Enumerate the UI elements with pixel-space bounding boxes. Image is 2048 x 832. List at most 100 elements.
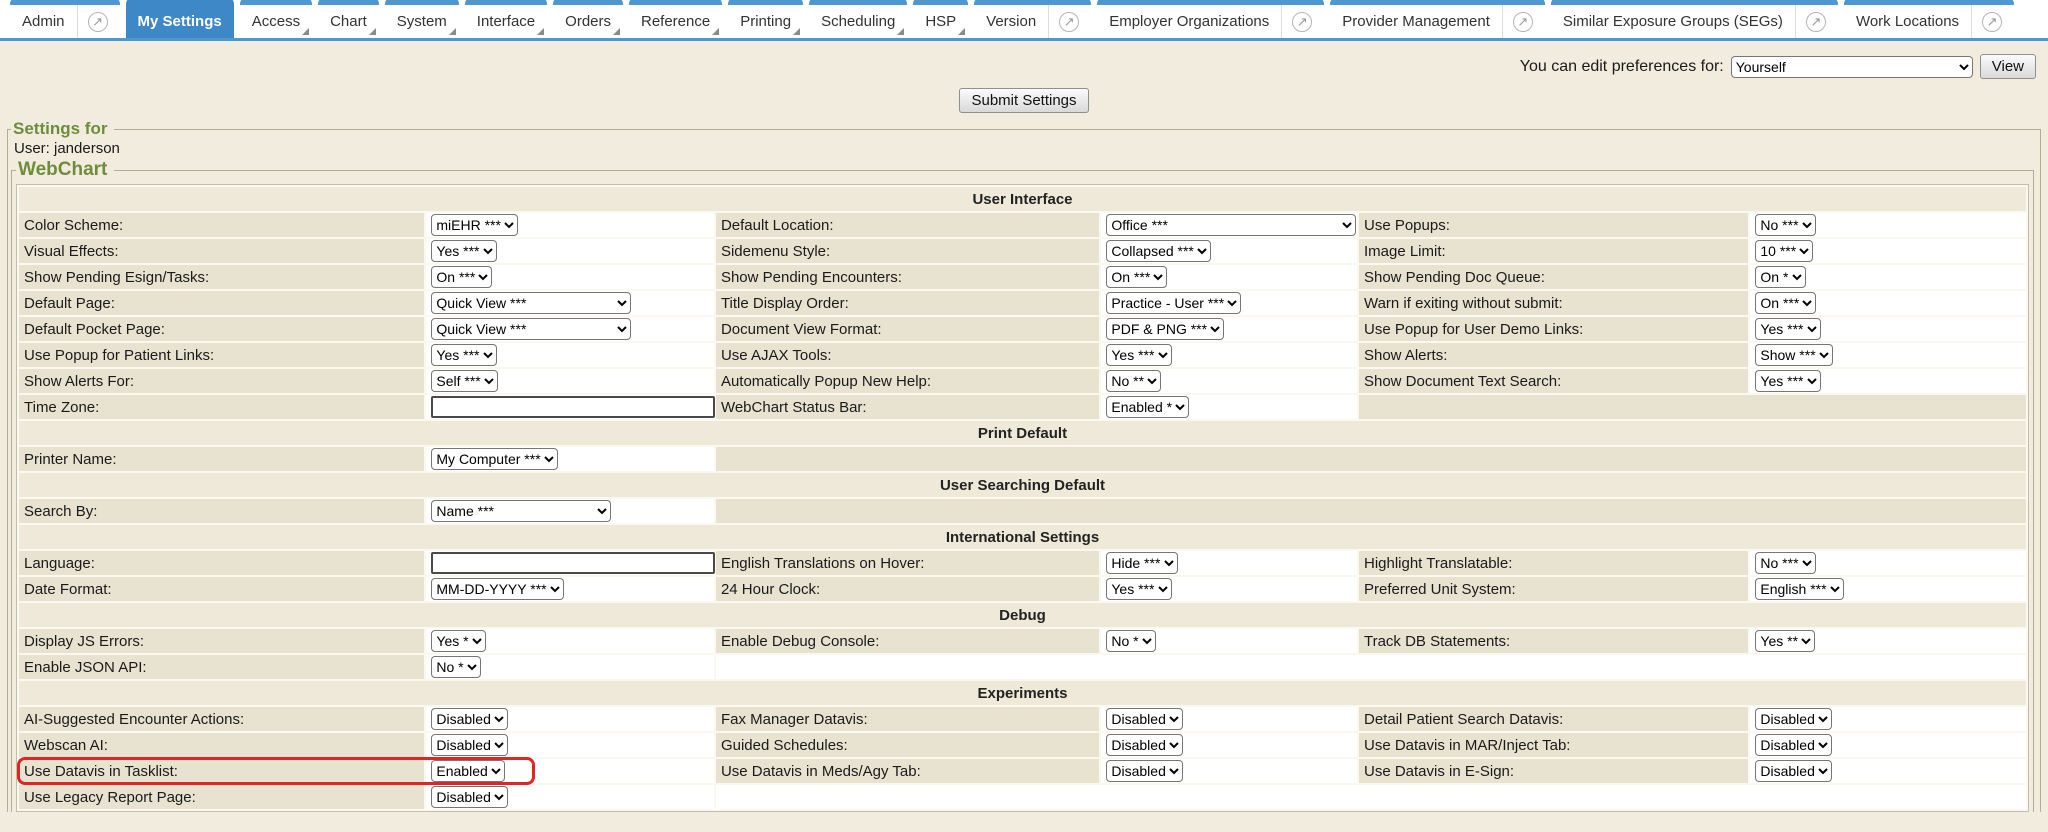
setting-label-24-hour-clock: 24 Hour Clock: (716, 577, 1099, 601)
tab-label: Provider Management (1342, 13, 1490, 30)
setting-select-use-legacy-report-page[interactable]: Disabled (431, 786, 508, 808)
tab-interface[interactable]: Interface (465, 0, 547, 38)
setting-select-show-alerts-for[interactable]: Self *** (431, 370, 498, 392)
setting-label-language: Language: (19, 551, 424, 575)
tab-hsp[interactable]: HSP (913, 0, 968, 38)
tab-admin[interactable]: Admin↗ (10, 0, 120, 38)
external-link-icon[interactable]: ↗ (88, 12, 108, 32)
submit-settings-button[interactable]: Submit Settings (959, 88, 1088, 113)
tab-my-settings[interactable]: My Settings (126, 0, 234, 38)
tab-similar-exposure-groups-segs[interactable]: Similar Exposure Groups (SEGs) ↗ (1551, 0, 1838, 38)
tab-chart[interactable]: Chart (318, 0, 379, 38)
tab-label: Reference (641, 13, 710, 30)
setting-select-track-db-statements[interactable]: Yes ** (1755, 630, 1815, 652)
setting-select-search-by[interactable]: Name *** (431, 500, 611, 522)
setting-select-highlight-translatable[interactable]: No *** (1755, 552, 1816, 574)
setting-select-use-datavis-in-tasklist[interactable]: Enabled (431, 760, 505, 782)
setting-select-english-translations-on-hover[interactable]: Hide *** (1106, 552, 1178, 574)
setting-select-title-display-order[interactable]: Practice - User *** (1106, 292, 1241, 314)
setting-label-show-alerts: Show Alerts: (1359, 343, 1748, 367)
tab-divider (1048, 5, 1049, 38)
tab-label: Employer Organizations (1109, 13, 1269, 30)
setting-select-default-location[interactable]: Office *** (1106, 214, 1356, 236)
submit-settings-row: Submit Settings (0, 88, 2048, 113)
setting-label-use-popups: Use Popups: (1359, 213, 1748, 237)
setting-select-use-ajax-tools[interactable]: Yes *** (1106, 344, 1172, 366)
setting-select-24-hour-clock[interactable]: Yes *** (1106, 578, 1172, 600)
setting-input-language[interactable] (431, 552, 715, 574)
table-row: Time Zone:WebChart Status Bar:Enabled * (19, 395, 2026, 419)
setting-select-default-page[interactable]: Quick View *** (431, 292, 631, 314)
setting-select-use-datavis-in-e-sign[interactable]: Disabled (1755, 760, 1832, 782)
setting-select-image-limit[interactable]: 10 *** (1755, 240, 1813, 262)
setting-label-use-datavis-in-mar-inject-tab: Use Datavis in MAR/Inject Tab: (1359, 733, 1748, 757)
settings-for-legend: Settings for (11, 119, 114, 139)
setting-select-visual-effects[interactable]: Yes *** (431, 240, 497, 262)
setting-select-sidemenu-style[interactable]: Collapsed *** (1106, 240, 1211, 262)
setting-select-use-datavis-in-mar-inject-tab[interactable]: Disabled (1755, 734, 1832, 756)
tab-system[interactable]: System (385, 0, 459, 38)
external-link-icon[interactable]: ↗ (1982, 12, 2002, 32)
tab-provider-management[interactable]: Provider Management ↗ (1330, 0, 1545, 38)
setting-select-document-view-format[interactable]: PDF & PNG *** (1106, 318, 1224, 340)
setting-label-show-document-text-search: Show Document Text Search: (1359, 369, 1748, 393)
tab-work-locations[interactable]: Work Locations↗ (1844, 0, 2014, 38)
tab-version[interactable]: Version ↗ (974, 0, 1091, 38)
setting-label-show-pending-doc-queue: Show Pending Doc Queue: (1359, 265, 1748, 289)
section-header-experiments: Experiments (19, 681, 2026, 705)
setting-select-preferred-unit-system[interactable]: English *** (1755, 578, 1844, 600)
setting-input-time-zone[interactable] (431, 396, 715, 418)
setting-select-date-format[interactable]: MM-DD-YYYY *** (431, 578, 564, 600)
setting-select-fax-manager-datavis[interactable]: Disabled (1106, 708, 1183, 730)
setting-select-detail-patient-search-datavis[interactable]: Disabled (1755, 708, 1832, 730)
tab-scheduling[interactable]: Scheduling (809, 0, 907, 38)
setting-label-enable-json-api: Enable JSON API: (19, 655, 424, 679)
setting-select-enable-json-api[interactable]: No * (431, 656, 481, 678)
setting-select-color-scheme[interactable]: miEHR *** (431, 214, 518, 236)
tab-divider (1502, 5, 1503, 38)
tab-employer-organizations[interactable]: Employer Organizations ↗ (1097, 0, 1324, 38)
external-link-icon[interactable]: ↗ (1513, 12, 1533, 32)
view-button[interactable]: View (1980, 54, 2036, 79)
setting-select-webscan-ai[interactable]: Disabled (431, 734, 508, 756)
setting-select-printer-name[interactable]: My Computer *** (431, 448, 558, 470)
setting-select-use-popup-for-user-demo-links[interactable]: Yes *** (1755, 318, 1821, 340)
setting-select-show-pending-doc-queue[interactable]: On * (1755, 266, 1806, 288)
setting-label-default-pocket-page: Default Pocket Page: (19, 317, 424, 341)
external-link-icon[interactable]: ↗ (1292, 12, 1312, 32)
external-link-icon[interactable]: ↗ (1806, 12, 1826, 32)
tab-access[interactable]: Access (240, 0, 312, 38)
setting-select-warn-if-exiting-without-submit[interactable]: On *** (1755, 292, 1816, 314)
tab-reference[interactable]: Reference (629, 0, 722, 38)
tab-label: Version (986, 13, 1036, 30)
edit-preferences-row: You can edit preferences for: Yourself V… (0, 54, 2036, 79)
table-row: Visual Effects:Yes ***Sidemenu Style:Col… (19, 239, 2026, 263)
table-row: Date Format:MM-DD-YYYY ***24 Hour Clock:… (19, 577, 2026, 601)
setting-select-use-popup-for-patient-links[interactable]: Yes *** (431, 344, 497, 366)
setting-label-use-popup-for-user-demo-links: Use Popup for User Demo Links: (1359, 317, 1748, 341)
tab-label: Similar Exposure Groups (SEGs) (1563, 13, 1783, 30)
setting-select-show-pending-encounters[interactable]: On *** (1106, 266, 1167, 288)
setting-select-automatically-popup-new-help[interactable]: No ** (1106, 370, 1161, 392)
edit-preferences-select[interactable]: Yourself (1731, 56, 1973, 78)
settings-table-body: User InterfaceColor Scheme:miEHR ***Defa… (19, 187, 2026, 809)
setting-select-display-js-errors[interactable]: Yes * (431, 630, 486, 652)
setting-select-default-pocket-page[interactable]: Quick View *** (431, 318, 631, 340)
setting-select-guided-schedules[interactable]: Disabled (1106, 734, 1183, 756)
setting-label-ai-suggested-encounter-actions: AI-Suggested Encounter Actions: (19, 707, 424, 731)
setting-select-show-document-text-search[interactable]: Yes *** (1755, 370, 1821, 392)
setting-select-ai-suggested-encounter-actions[interactable]: Disabled (431, 708, 508, 730)
setting-select-enable-debug-console[interactable]: No * (1106, 630, 1156, 652)
tab-orders[interactable]: Orders (553, 0, 623, 38)
section-header-print-default: Print Default (19, 421, 2026, 445)
setting-select-show-pending-esign-tasks[interactable]: On *** (431, 266, 492, 288)
setting-select-use-datavis-in-meds-agy-tab[interactable]: Disabled (1106, 760, 1183, 782)
table-row: Use Legacy Report Page:Disabled (19, 785, 2026, 809)
setting-select-use-popups[interactable]: No *** (1755, 214, 1816, 236)
setting-select-show-alerts[interactable]: Show *** (1755, 344, 1833, 366)
table-row: Color Scheme:miEHR ***Default Location:O… (19, 213, 2026, 237)
setting-select-webchart-status-bar[interactable]: Enabled * (1106, 396, 1189, 418)
webchart-fieldset: WebChart User InterfaceColor Scheme:miEH… (11, 159, 2034, 812)
tab-printing[interactable]: Printing (728, 0, 803, 38)
external-link-icon[interactable]: ↗ (1059, 12, 1079, 32)
